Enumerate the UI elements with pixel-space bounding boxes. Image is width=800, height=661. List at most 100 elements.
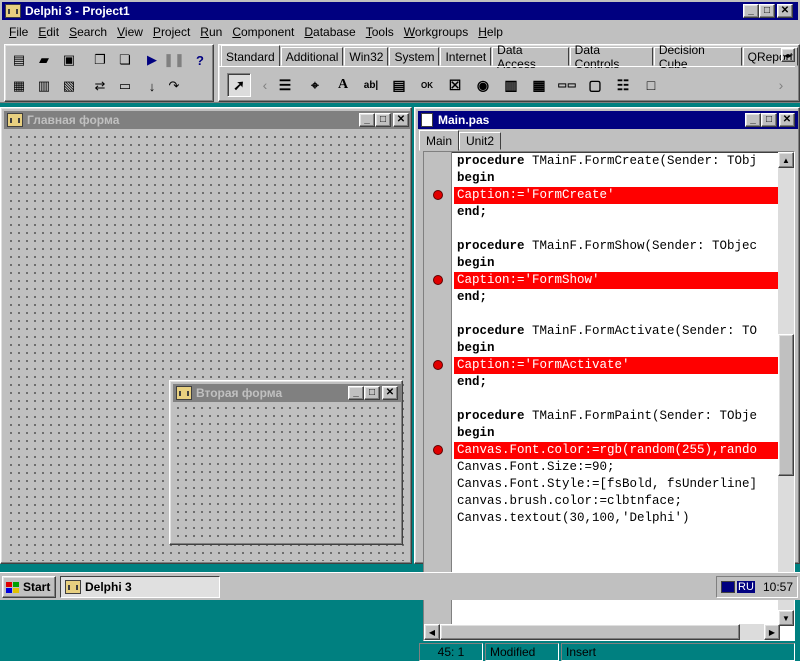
label-component-icon[interactable]: A [331, 73, 355, 97]
remove-file-icon[interactable]: ❏ [114, 49, 136, 71]
scroll-down-icon[interactable]: ▼ [778, 610, 794, 626]
minimize-button[interactable]: _ [348, 386, 364, 400]
start-button[interactable]: Start [2, 576, 56, 598]
menu-search[interactable]: Search [64, 25, 112, 39]
menu-project[interactable]: Project [148, 25, 195, 39]
toggle-form-unit-icon[interactable]: ⇄ [89, 75, 111, 97]
taskbar-item-delphi[interactable]: Delphi 3 [60, 576, 220, 598]
open-folder-icon[interactable]: ▧ [58, 75, 80, 97]
tab-internet[interactable]: Internet [440, 47, 492, 66]
code-line[interactable]: Canvas.Font.Style:=[fsBold, fsUnderline] [454, 476, 778, 493]
code-line[interactable] [454, 391, 778, 408]
tab-additional[interactable]: Additional [280, 47, 344, 66]
code-line[interactable]: Canvas.textout(30,100,'Delphi') [454, 510, 778, 527]
code-line[interactable]: end; [454, 204, 778, 221]
scroll-up-icon[interactable]: ▲ [778, 152, 794, 168]
menu-component[interactable]: Component [227, 25, 299, 39]
breakpoint-icon[interactable] [433, 190, 443, 200]
close-button[interactable]: ✕ [777, 4, 793, 18]
new-icon[interactable]: ▤ [8, 49, 30, 71]
tab-standard[interactable]: Standard [221, 45, 280, 67]
breakpoint-icon[interactable] [433, 275, 443, 285]
clock[interactable]: 10:57 [763, 580, 793, 594]
breakpoint-icon[interactable] [433, 360, 443, 370]
language-indicator[interactable]: RU [721, 581, 755, 593]
scroll-right-icon[interactable]: ▶ [764, 624, 780, 640]
tab-data-access[interactable]: Data Access [492, 43, 569, 71]
code-line[interactable] [454, 221, 778, 238]
close-button[interactable]: ✕ [393, 113, 409, 127]
vertical-scroll-thumb[interactable] [778, 334, 794, 476]
new-form-icon[interactable]: ▭ [114, 75, 136, 97]
code-line[interactable]: end; [454, 289, 778, 306]
scrollbar-component-icon[interactable]: ▭▭ [555, 73, 579, 97]
open-project-icon[interactable]: ▦ [8, 75, 30, 97]
code-line[interactable]: begin [454, 255, 778, 272]
trace-into-icon[interactable]: ↓ [141, 75, 163, 97]
breakpoint-gutter[interactable] [424, 152, 452, 640]
panel-component-icon[interactable]: □ [639, 73, 663, 97]
second-form-design-grid[interactable] [174, 404, 400, 542]
editor-titlebar[interactable]: Main.pas _ □ ✕ [418, 111, 798, 129]
popupmenu-component-icon[interactable]: ⌖ [303, 73, 327, 97]
groupbox-component-icon[interactable]: ▢ [583, 73, 607, 97]
code-line[interactable]: end; [454, 374, 778, 391]
minimize-button[interactable]: _ [359, 113, 375, 127]
menu-tools[interactable]: Tools [361, 25, 399, 39]
code-line[interactable]: procedure TMainF.FormPaint(Sender: TObje [454, 408, 778, 425]
maximize-button[interactable]: □ [364, 386, 380, 400]
code-line[interactable]: canvas.brush.color:=clbtnface; [454, 493, 778, 510]
menu-workgroups[interactable]: Workgroups [399, 25, 473, 39]
minimize-button[interactable]: _ [743, 4, 759, 18]
code-area[interactable]: procedure TMainF.FormCreate(Sender: TObj… [423, 151, 795, 641]
minimize-button[interactable]: _ [745, 113, 761, 127]
scroll-left-icon[interactable]: ◀ [424, 624, 440, 640]
main-form-titlebar[interactable]: Главная форма _ □ ✕ [4, 111, 410, 129]
horizontal-scroll-thumb[interactable] [440, 624, 740, 640]
save-all-icon[interactable]: ▥ [33, 75, 55, 97]
horizontal-scrollbar[interactable]: ◀ ▶ [424, 624, 780, 640]
vertical-scrollbar[interactable]: ▲ ▼ [778, 152, 794, 626]
mainmenu-component-icon[interactable]: ☰ [273, 73, 297, 97]
tab-unit2[interactable]: Unit2 [459, 132, 502, 150]
maximize-button[interactable]: □ [759, 4, 775, 18]
breakpoint-line[interactable]: Canvas.Font.color:=rgb(random(255),rando [454, 442, 778, 459]
close-button[interactable]: ✕ [382, 386, 398, 400]
code-line[interactable]: Canvas.Font.Size:=90; [454, 459, 778, 476]
palette-scroll-icon[interactable]: ◂▸ [781, 48, 795, 62]
code-line[interactable]: procedure TMainF.FormActivate(Sender: TO [454, 323, 778, 340]
code-line[interactable]: begin [454, 425, 778, 442]
memo-component-icon[interactable]: ▤ [387, 73, 411, 97]
run-icon[interactable]: ▶ [141, 49, 163, 71]
tab-decision-cube[interactable]: Decision Cube [653, 43, 742, 71]
code-line[interactable]: begin [454, 170, 778, 187]
button-component-icon[interactable]: OK [415, 73, 439, 97]
menu-file[interactable]: File [4, 25, 33, 39]
pointer-icon[interactable]: ➚ [227, 73, 251, 97]
edit-component-icon[interactable]: ab| [359, 73, 383, 97]
menu-run[interactable]: Run [195, 25, 227, 39]
checkbox-component-icon[interactable]: ☒ [443, 73, 467, 97]
maximize-button[interactable]: □ [375, 113, 391, 127]
tab-win32[interactable]: Win32 [344, 47, 389, 66]
breakpoint-icon[interactable] [433, 445, 443, 455]
menu-view[interactable]: View [112, 25, 148, 39]
combobox-component-icon[interactable]: ▦ [527, 73, 551, 97]
menu-database[interactable]: Database [299, 25, 360, 39]
breakpoint-line[interactable]: Caption:='FormShow' [454, 272, 778, 289]
second-form-titlebar[interactable]: Вторая форма _ □ ✕ [173, 384, 401, 402]
add-file-icon[interactable]: ❐ [89, 49, 111, 71]
menu-help[interactable]: Help [473, 25, 508, 39]
breakpoint-line[interactable]: Caption:='FormCreate' [454, 187, 778, 204]
step-over-icon[interactable]: ↷ [163, 75, 185, 97]
open-icon[interactable]: ▰ [33, 49, 55, 71]
tab-data-controls[interactable]: Data Controls [569, 43, 653, 71]
code-line[interactable]: procedure TMainF.FormCreate(Sender: TObj [454, 153, 778, 170]
maximize-button[interactable]: □ [761, 113, 777, 127]
breakpoint-line[interactable]: Caption:='FormActivate' [454, 357, 778, 374]
code-line[interactable]: procedure TMainF.FormShow(Sender: TObjec [454, 238, 778, 255]
pause-icon[interactable]: ❚❚ [163, 49, 185, 71]
main-titlebar[interactable]: Delphi 3 - Project1 _ □ ✕ [2, 2, 798, 20]
menu-edit[interactable]: Edit [33, 25, 64, 39]
radiobutton-component-icon[interactable]: ◉ [471, 73, 495, 97]
